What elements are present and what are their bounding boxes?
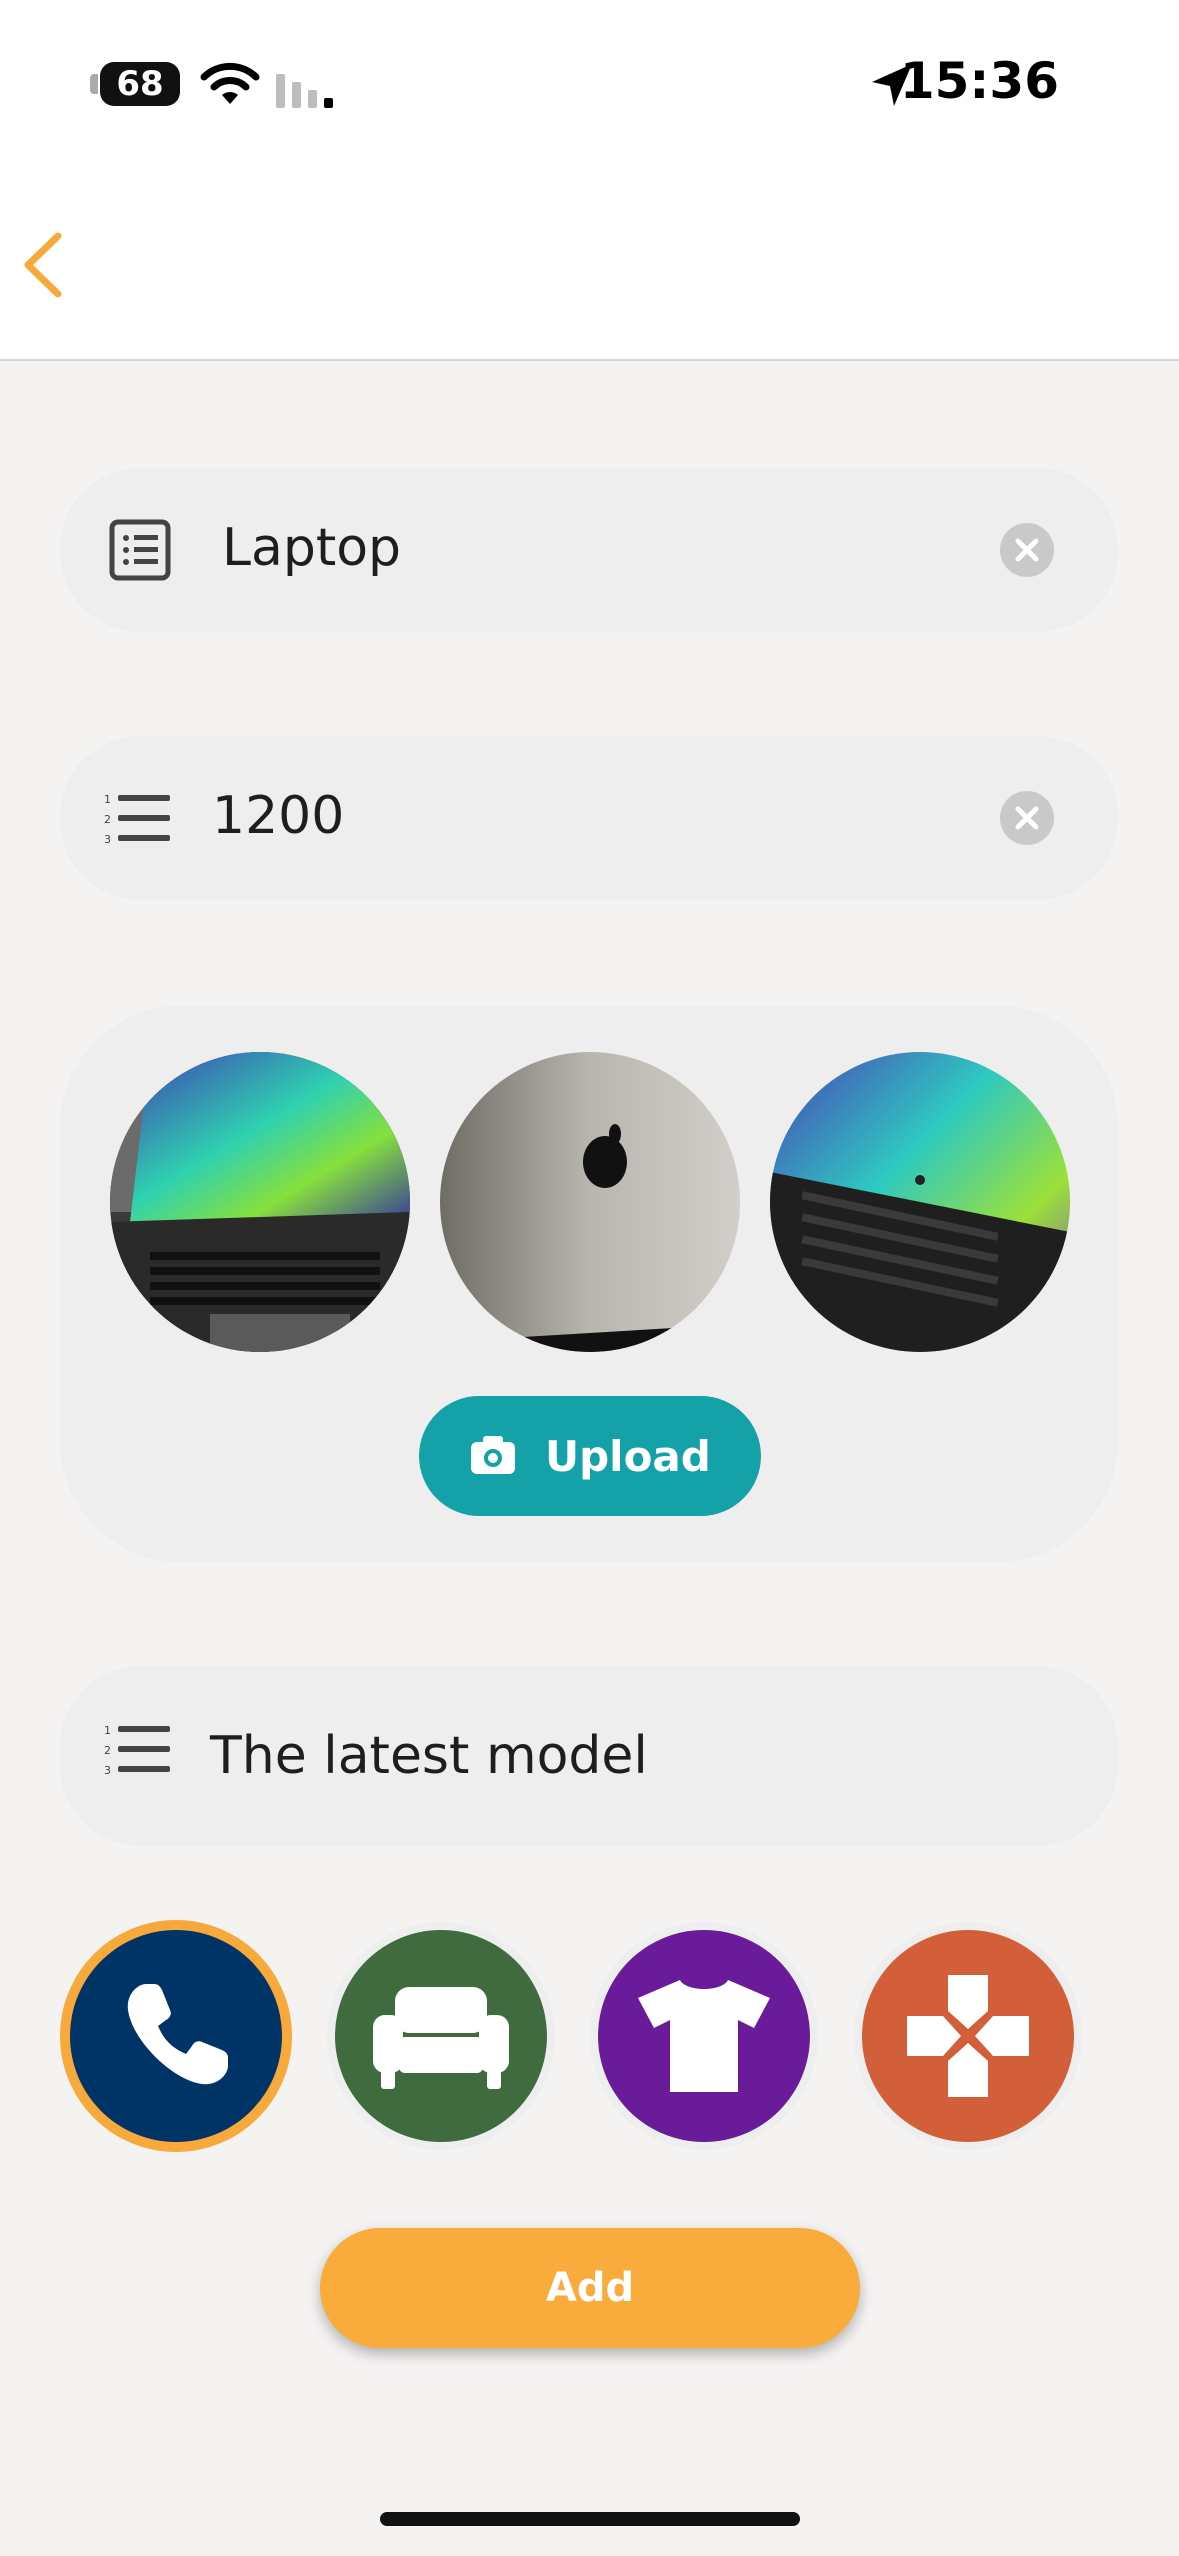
list-box-icon <box>109 519 171 581</box>
numbered-list-icon: 1 2 3 <box>104 1724 170 1777</box>
price-value: 1200 <box>212 786 345 846</box>
clear-price-button[interactable] <box>1000 791 1054 845</box>
svg-text:3: 3 <box>104 1764 111 1777</box>
photo-panel: Upload <box>60 1006 1118 1562</box>
name-value: Laptop <box>222 518 402 578</box>
gamepad-icon <box>907 1975 1029 2097</box>
add-button[interactable]: Add <box>320 2228 860 2348</box>
chevron-left-icon[interactable] <box>18 230 68 300</box>
category-games[interactable] <box>862 1930 1074 2142</box>
upload-button[interactable]: Upload <box>419 1396 761 1516</box>
description-value: The latest model <box>210 1726 648 1786</box>
tshirt-icon <box>638 1980 770 2092</box>
home-indicator <box>380 2512 800 2526</box>
name-field[interactable]: Laptop <box>60 468 1118 632</box>
close-icon <box>1015 806 1039 830</box>
numbered-list-icon: 1 2 3 <box>104 793 170 846</box>
photo-thumbnail[interactable] <box>440 1052 740 1352</box>
cellular-signal-icon <box>276 74 333 108</box>
camera-icon <box>471 1436 515 1474</box>
category-phone[interactable] <box>70 1930 282 2142</box>
category-furniture[interactable] <box>335 1930 547 2142</box>
price-field[interactable]: 1 2 3 1200 <box>60 736 1118 900</box>
category-clothing[interactable] <box>598 1930 810 2142</box>
description-field[interactable]: 1 2 3 The latest model <box>60 1666 1118 1846</box>
close-icon <box>1015 538 1039 562</box>
battery-indicator: 68 <box>90 62 180 106</box>
phone-icon <box>127 1984 228 2085</box>
sofa-icon <box>373 1987 509 2089</box>
photo-thumbnail[interactable] <box>110 1052 410 1352</box>
top-bar: 68 15:36 <box>0 0 1179 361</box>
battery-level: 68 <box>116 64 164 104</box>
svg-text:3: 3 <box>104 833 111 846</box>
svg-text:2: 2 <box>104 1744 111 1757</box>
wifi-icon <box>200 62 260 104</box>
clear-name-button[interactable] <box>1000 523 1054 577</box>
photo-thumbnail[interactable] <box>770 1052 1070 1352</box>
upload-label: Upload <box>545 1432 711 1481</box>
status-time: 15:36 <box>899 52 1059 110</box>
svg-text:1: 1 <box>104 793 111 806</box>
svg-text:1: 1 <box>104 1724 111 1737</box>
svg-text:2: 2 <box>104 813 111 826</box>
